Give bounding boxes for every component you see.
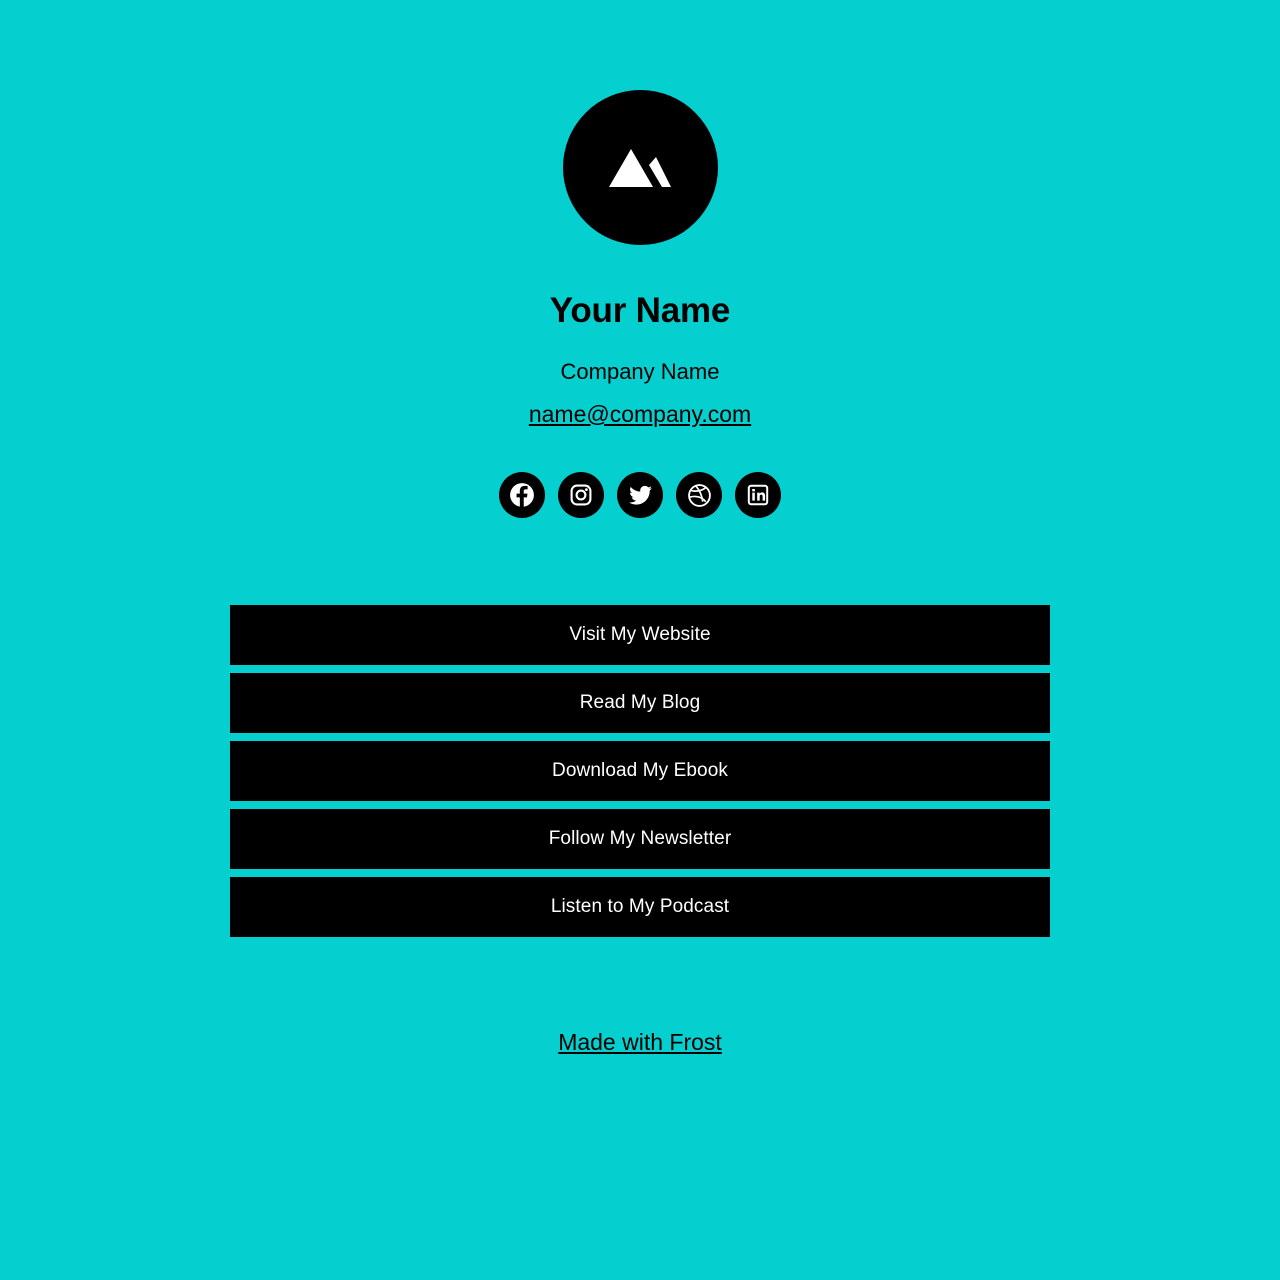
social-links [499, 472, 781, 519]
social-link-facebook[interactable] [499, 472, 545, 519]
link-button-read-my-blog[interactable]: Read My Blog [230, 673, 1050, 734]
mountain-icon [609, 147, 671, 189]
link-button-follow-my-newsletter[interactable]: Follow My Newsletter [230, 809, 1050, 870]
facebook-icon [509, 482, 535, 509]
social-link-linkedin[interactable] [735, 472, 781, 519]
social-link-twitter[interactable] [617, 472, 663, 519]
instagram-icon [569, 483, 593, 507]
social-link-dribbble[interactable] [676, 472, 722, 519]
dribbble-icon [687, 483, 712, 508]
profile-company: Company Name [560, 358, 720, 384]
link-button-download-my-ebook[interactable]: Download My Ebook [230, 741, 1050, 802]
made-with-frost-link[interactable]: Made with Frost [558, 1029, 722, 1056]
profile-name: Your Name [549, 291, 731, 330]
social-link-instagram[interactable] [558, 472, 604, 519]
profile-email-link[interactable]: name@company.com [529, 401, 751, 429]
link-button-listen-to-my-podcast[interactable]: Listen to My Podcast [230, 877, 1050, 938]
avatar-container [562, 90, 718, 245]
twitter-icon [628, 483, 653, 508]
linkedin-icon [746, 483, 770, 507]
avatar [562, 90, 718, 245]
bio-link-page: Your Name Company Name name@company.com [0, 0, 1280, 1280]
footer: Made with Frost [0, 1029, 1280, 1056]
link-button-visit-my-website[interactable]: Visit My Website [230, 605, 1050, 666]
link-list: Visit My Website Read My Blog Download M… [230, 605, 1050, 938]
